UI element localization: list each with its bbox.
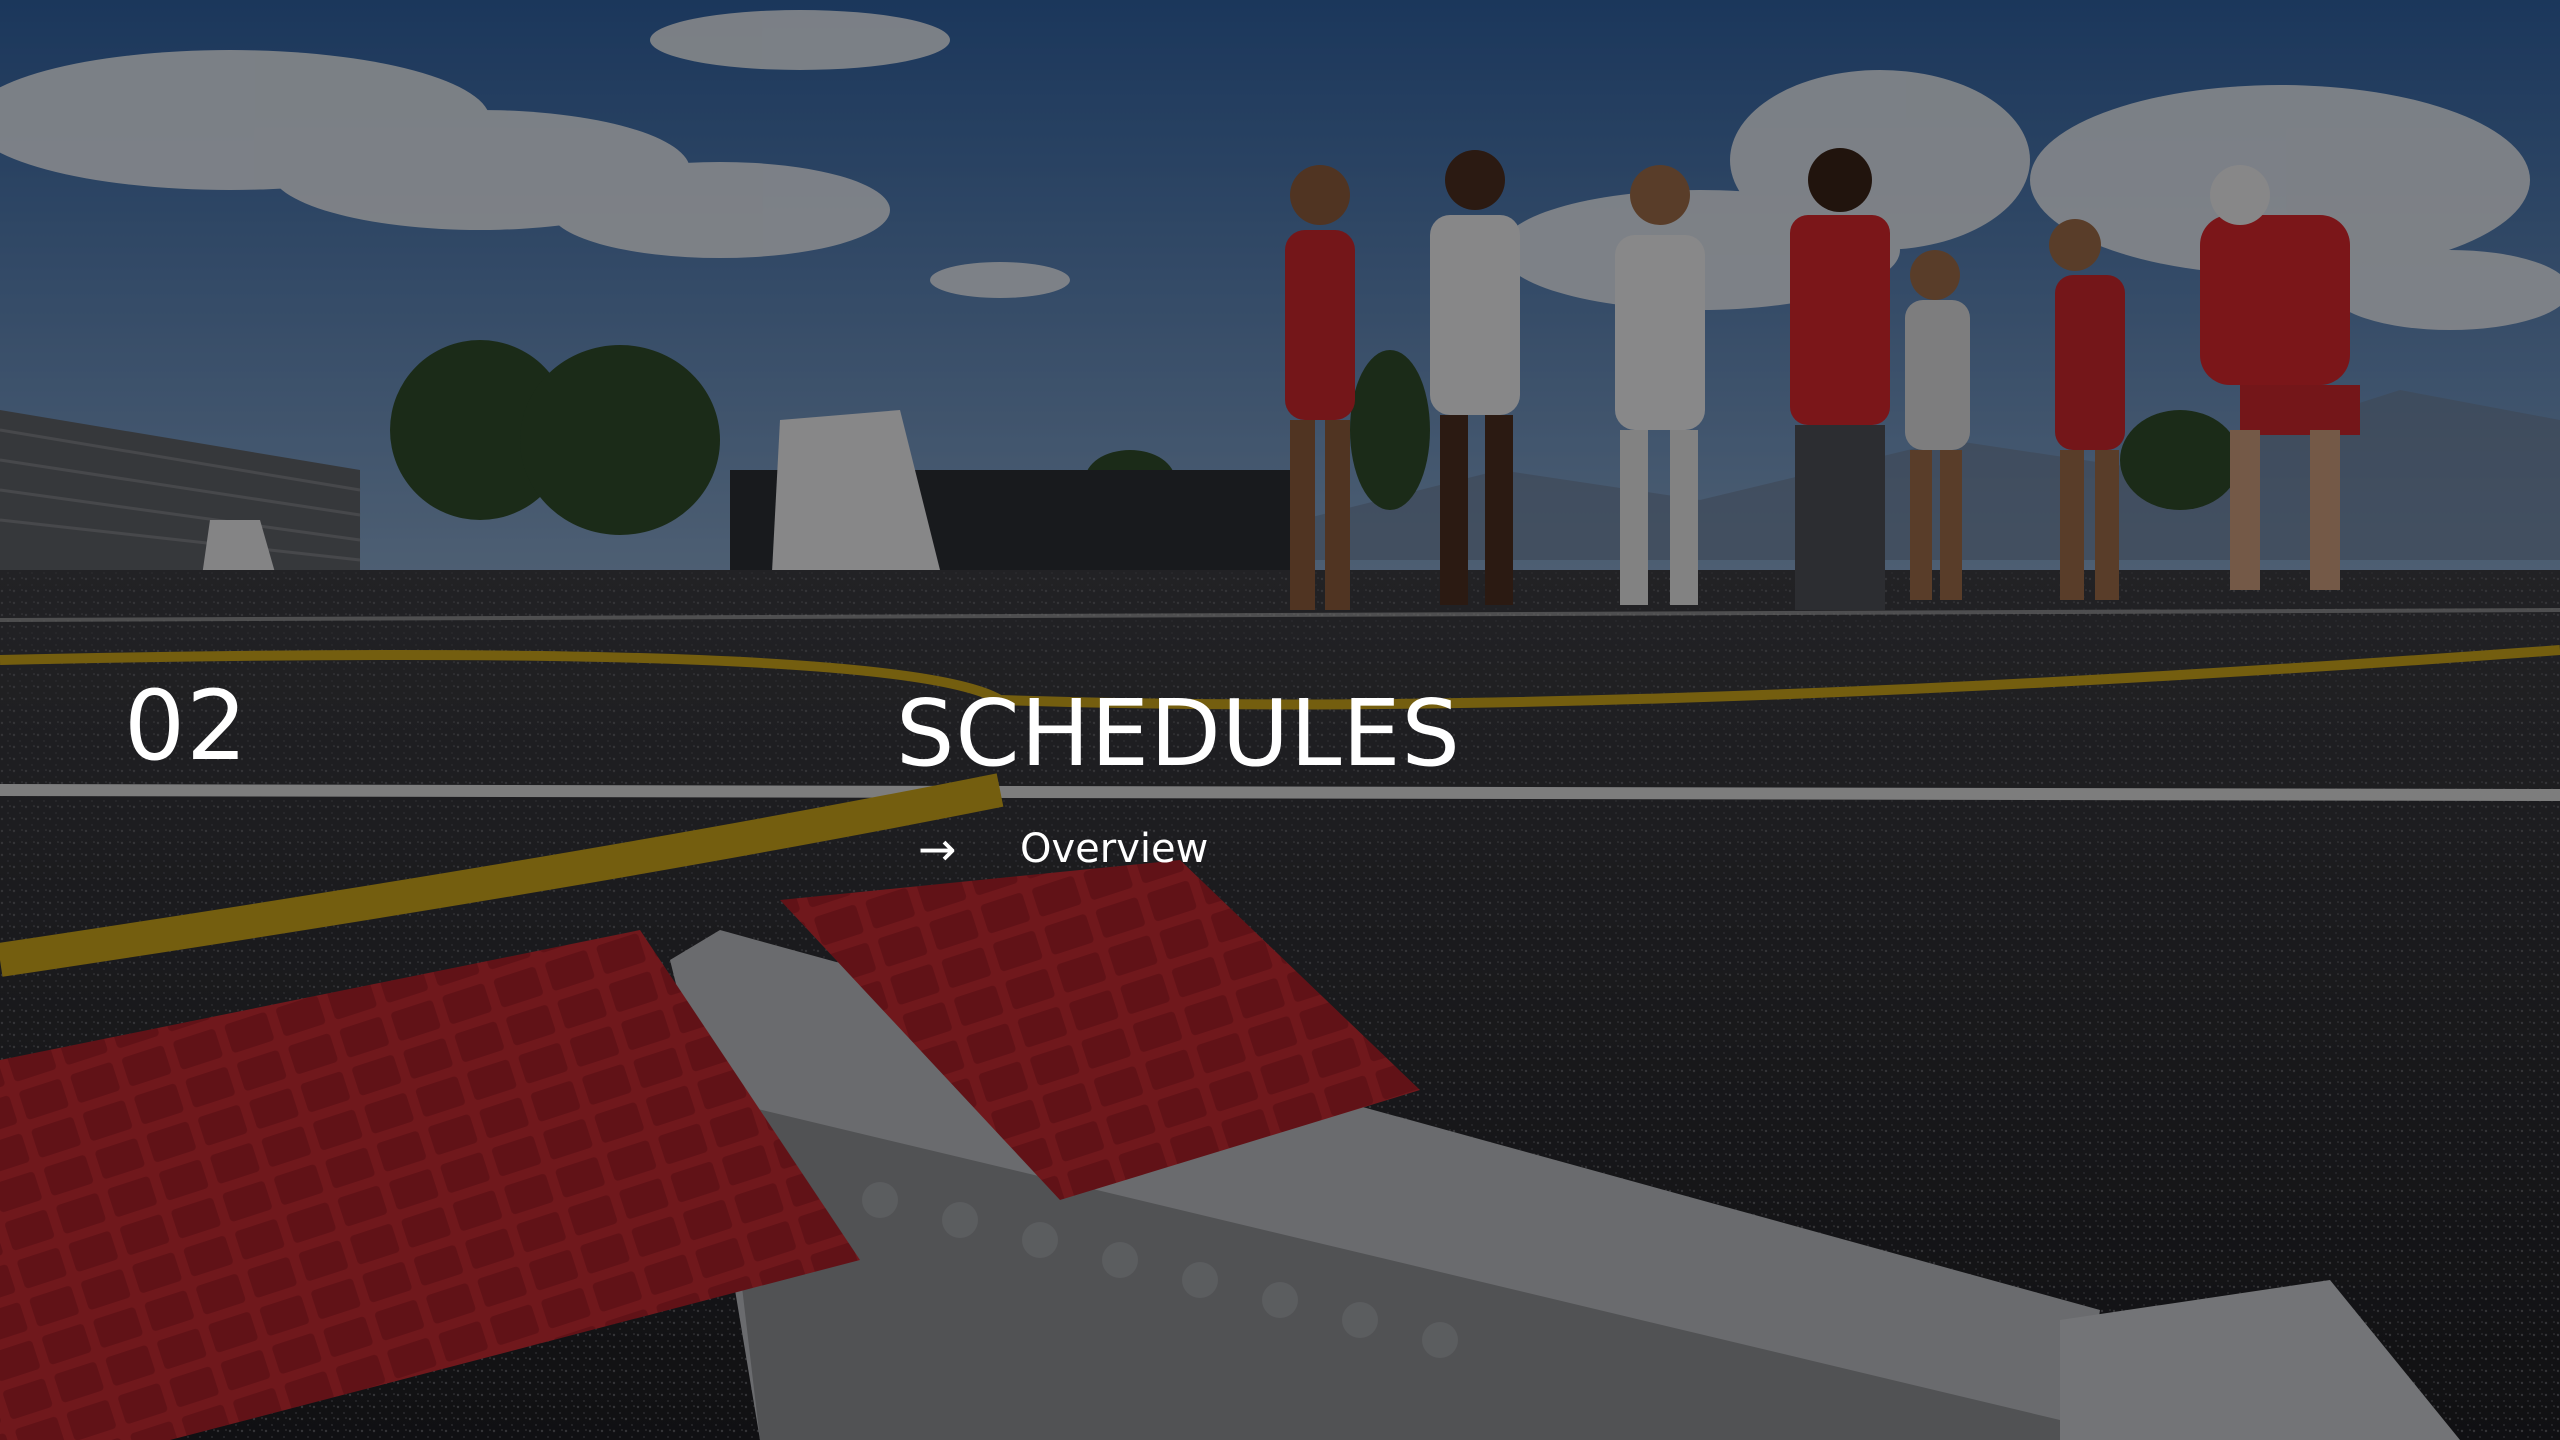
section-title: SCHEDULES <box>896 680 1461 787</box>
right-arrow-icon: → <box>918 822 957 876</box>
agenda-item-label: Overview <box>1020 826 1209 872</box>
agenda-item-overview[interactable]: → Overview <box>918 826 1208 872</box>
slide: 02 SCHEDULES → Overview <box>0 0 2560 1440</box>
section-number: 02 <box>124 670 249 782</box>
